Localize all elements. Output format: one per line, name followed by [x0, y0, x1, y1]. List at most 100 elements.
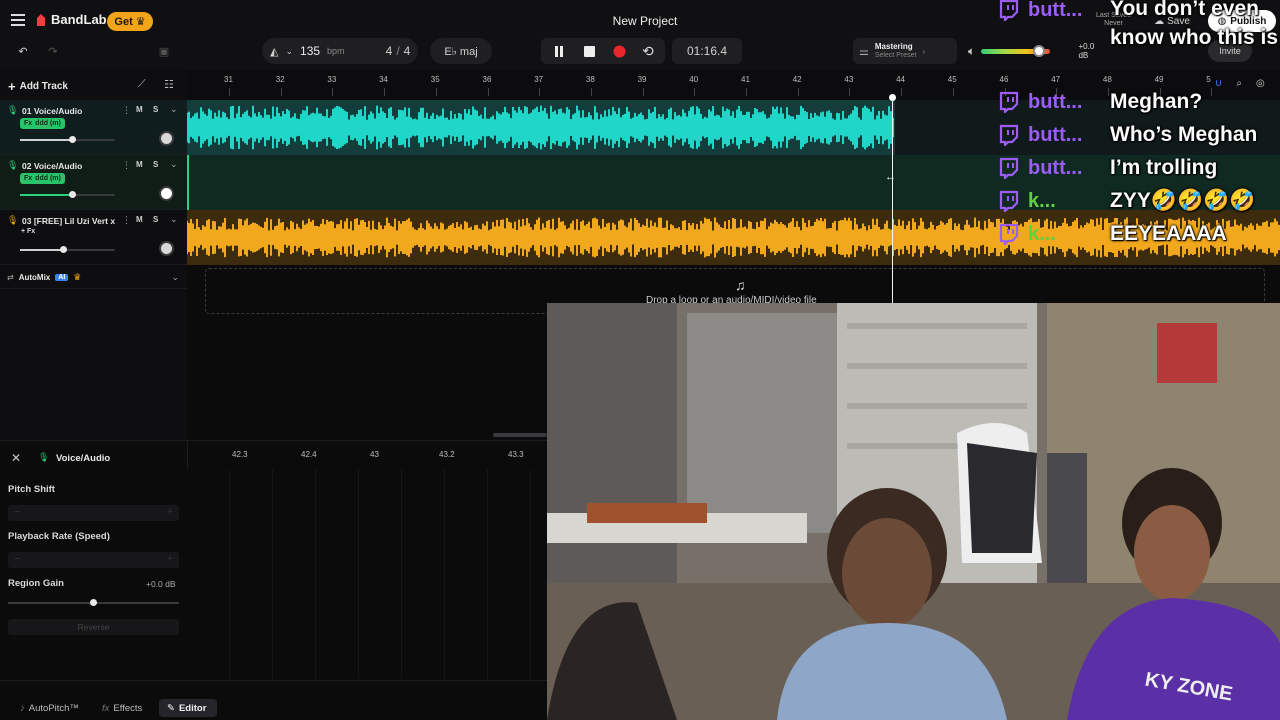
pan-knob[interactable]: [159, 131, 174, 146]
pitch-shift-stepper[interactable]: − +: [8, 505, 179, 521]
pencil-icon: ✎: [167, 702, 175, 714]
master-volume: 🔈︎ +0.0 dB: [968, 38, 1106, 64]
reverse-button[interactable]: Reverse: [8, 619, 179, 635]
twitch-icon: [999, 223, 1019, 245]
mute-button[interactable]: M: [136, 215, 143, 224]
chevron-down-icon[interactable]: ⌄: [171, 272, 179, 283]
volume-slider[interactable]: [981, 44, 1051, 57]
mute-button[interactable]: M: [136, 160, 143, 169]
solo-button[interactable]: S: [153, 105, 158, 114]
track-volume-slider[interactable]: [20, 246, 115, 253]
editor-ruler[interactable]: 42.3 42.4 43 43.2 43.3: [187, 449, 547, 465]
record-button[interactable]: [613, 45, 626, 58]
pan-knob[interactable]: [159, 241, 174, 256]
region-gain-slider[interactable]: [8, 599, 179, 606]
music-note-icon: ♫: [735, 277, 746, 293]
pause-button[interactable]: [554, 46, 564, 57]
track-name[interactable]: 02 Voice/Audio: [22, 161, 118, 171]
ruler-tick: [229, 88, 230, 96]
key-selector[interactable]: E♭ maj: [430, 38, 492, 64]
automix-row[interactable]: ⇄ AutoMix AI ♛ ⌄: [0, 267, 187, 289]
playhead-handle[interactable]: [889, 94, 896, 101]
time-sig-numerator: 4: [385, 44, 393, 58]
webcam-image: KY ZONE: [547, 303, 1280, 720]
chevron-down-icon[interactable]: ⌄: [170, 214, 178, 225]
zoom-icon[interactable]: ⌕: [1236, 78, 1242, 89]
chevron-down-icon[interactable]: ⌄: [170, 104, 178, 115]
ruler-bar-label: 33: [327, 75, 337, 84]
ruler-tick: [280, 88, 282, 96]
volume-knob[interactable]: [59, 246, 67, 253]
chevron-down-icon[interactable]: ⌄: [170, 159, 178, 170]
tab-effects[interactable]: fx Effects: [102, 699, 142, 717]
fx-tag[interactable]: Fx ddd (m): [20, 118, 65, 129]
ruler-tick: [435, 88, 437, 96]
chat-message-text: I’m trolling: [1110, 156, 1218, 179]
pan-knob[interactable]: [159, 186, 174, 201]
chat-message: k...: [998, 220, 1056, 248]
magnet-icon[interactable]: ∪: [1215, 78, 1222, 89]
transport-controls: ⟲: [541, 38, 665, 64]
settings-sliders-icon[interactable]: ☷: [164, 78, 174, 91]
track-header[interactable]: 🎙︎ 02 Voice/Audio Fx ddd (m) ⋮ M S ⌄: [0, 155, 187, 210]
ruler-bar-label: 45: [947, 75, 957, 84]
track-name[interactable]: 01 Voice/Audio: [22, 106, 118, 116]
chat-username: k...: [1028, 222, 1056, 245]
ruler-tick: [849, 88, 851, 96]
editor-grid[interactable]: [187, 469, 547, 679]
menu-icon[interactable]: [11, 14, 25, 26]
webcam-overlay: KY ZONE: [547, 303, 1280, 720]
close-icon[interactable]: ✕: [11, 451, 21, 465]
get-membership-button[interactable]: Get ♛: [107, 12, 153, 31]
playback-rate-stepper[interactable]: − +: [8, 552, 179, 568]
tab-autopitch[interactable]: ♪ AutoPitch™: [20, 699, 79, 717]
loop-button[interactable]: ⟲: [642, 43, 654, 60]
fx-tag[interactable]: Fx ddd (m): [20, 173, 65, 184]
volume-knob[interactable]: [69, 136, 77, 143]
track-panel: + Add Track ⟋ ☷ 🎙︎ 01 Voice/Audio Fx ddd …: [0, 70, 187, 440]
stop-button[interactable]: [584, 46, 595, 57]
mastering-button[interactable]: ⚌ Mastering Select Preset ›: [853, 38, 957, 64]
solo-button[interactable]: S: [153, 160, 158, 169]
ruler-bar-label: 44: [896, 75, 905, 84]
toggle-panel-button[interactable]: ▣: [152, 39, 176, 63]
time-display[interactable]: 01:16.4: [672, 38, 742, 64]
plus-icon[interactable]: +: [167, 506, 173, 518]
more-icon[interactable]: ⋮: [122, 105, 131, 116]
track-volume-slider[interactable]: [20, 191, 115, 198]
mic-icon: 🎙︎: [7, 105, 19, 115]
fit-icon[interactable]: ◎: [1256, 78, 1265, 89]
track-volume-slider[interactable]: [20, 136, 115, 143]
track-name[interactable]: 03 [FREE] Lil Uzi Vert x ...: [22, 216, 118, 226]
volume-slider-knob[interactable]: [1032, 44, 1045, 57]
bandlab-logo[interactable]: BandLab: [35, 12, 107, 27]
time-signature[interactable]: 4 / 4: [376, 38, 420, 64]
tab-editor[interactable]: ✎ Editor: [159, 699, 217, 717]
region-gain-label: Region Gain: [8, 578, 64, 589]
undo-button[interactable]: ↶: [8, 38, 38, 64]
chat-message: k...: [998, 187, 1056, 215]
minus-icon[interactable]: −: [14, 553, 20, 565]
pitch-shift-label: Pitch Shift: [8, 484, 55, 495]
horizontal-scrollbar[interactable]: [493, 433, 547, 437]
minus-icon[interactable]: −: [14, 506, 20, 518]
region-gain-knob[interactable]: [90, 599, 97, 606]
region-gain-value: +0.0 dB: [146, 579, 176, 589]
editor-ruler-label: 43.3: [508, 450, 524, 459]
mute-button[interactable]: M: [136, 105, 143, 114]
track-header[interactable]: 🎙︎ 01 Voice/Audio Fx ddd (m) ⋮ M S ⌄: [0, 100, 187, 155]
project-title[interactable]: New Project: [560, 14, 730, 28]
track-header[interactable]: 🎙︎ 03 [FREE] Lil Uzi Vert x ... + Fx ⋮ M…: [0, 210, 187, 265]
wand-icon[interactable]: ⟋: [138, 78, 146, 91]
plus-icon[interactable]: +: [167, 553, 173, 565]
add-fx-button[interactable]: + Fx: [21, 228, 35, 235]
redo-button[interactable]: ↷: [40, 38, 66, 64]
add-track-button[interactable]: + Add Track: [8, 79, 68, 94]
more-icon[interactable]: ⋮: [122, 160, 131, 171]
ruler-tick: [642, 88, 644, 96]
solo-button[interactable]: S: [153, 215, 158, 224]
automix-icon: ⇄: [7, 273, 14, 282]
more-icon[interactable]: ⋮: [122, 215, 131, 226]
ruler-bar-label: 38: [585, 75, 595, 84]
volume-knob[interactable]: [69, 191, 77, 198]
